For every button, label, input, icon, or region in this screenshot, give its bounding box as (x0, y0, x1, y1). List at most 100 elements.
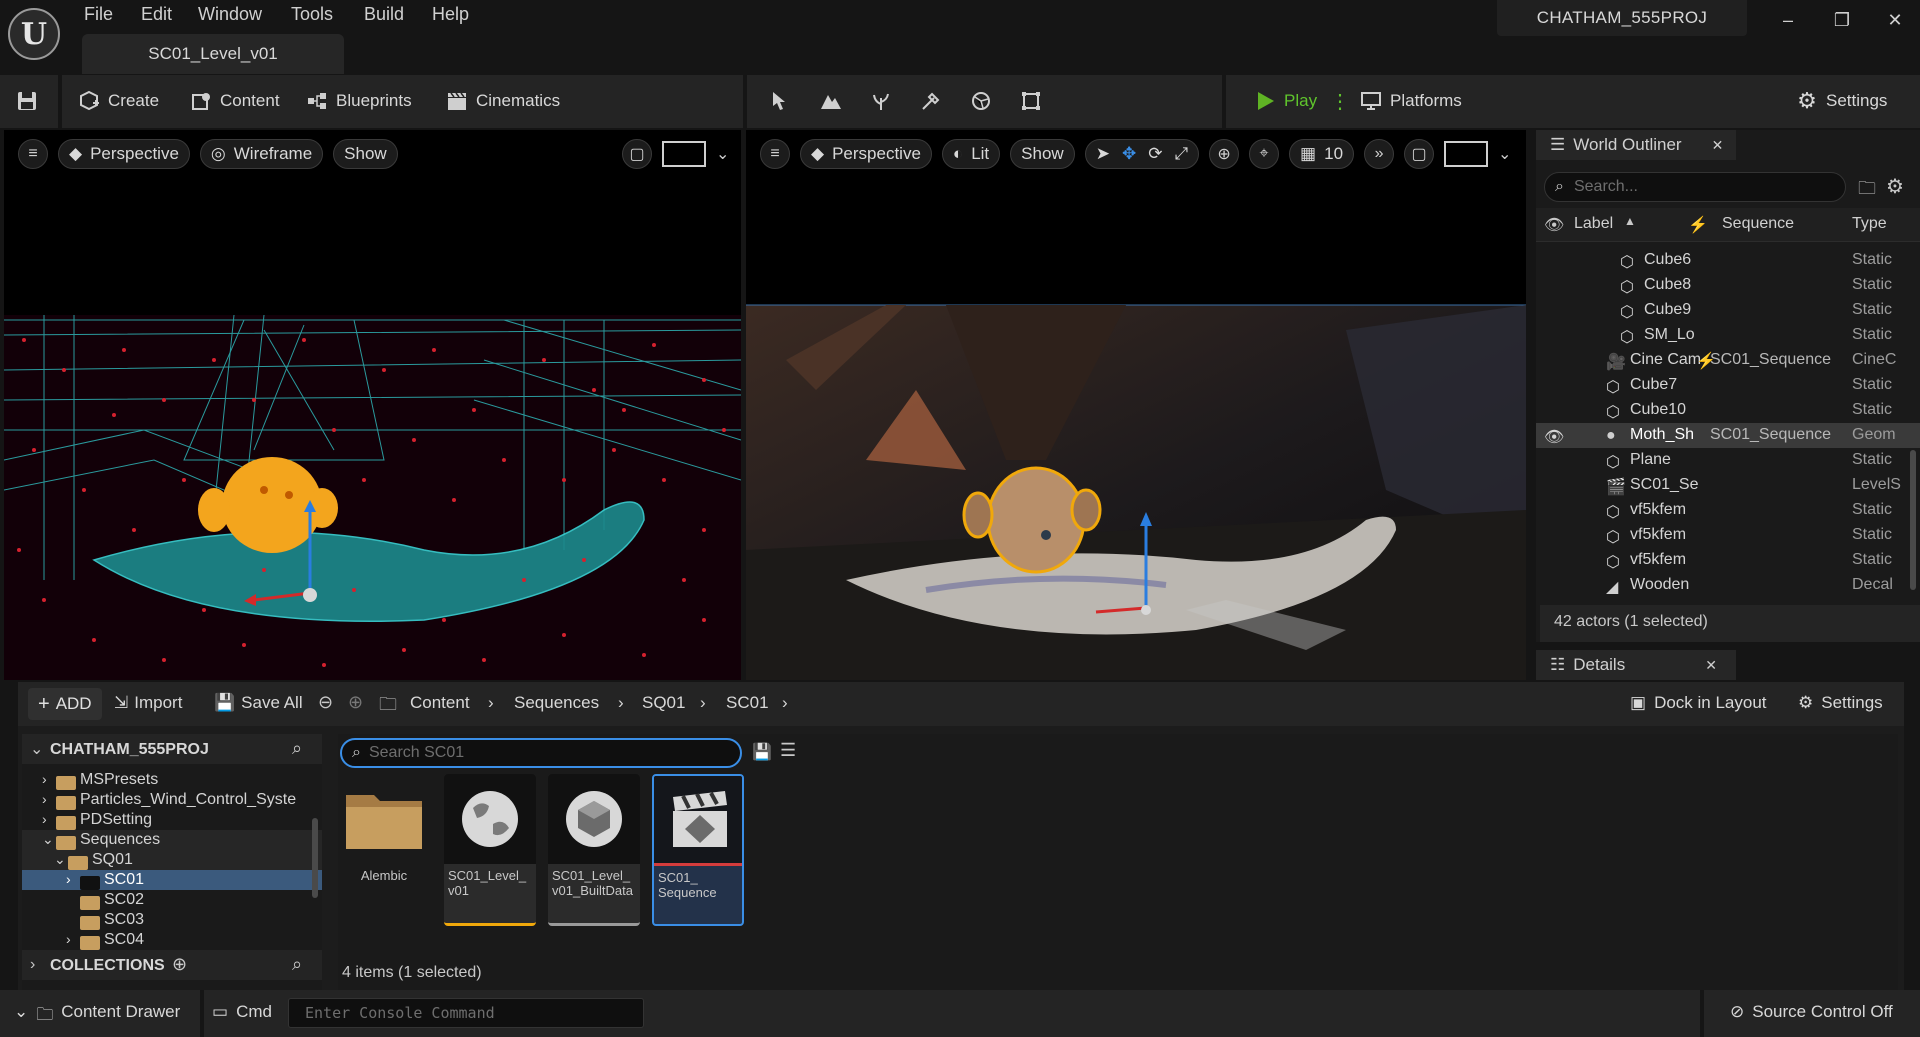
asset-level[interactable]: SC01_Level_ v01 (444, 774, 536, 926)
lit-mode-button[interactable]: ◐ Lit (941, 139, 1001, 169)
forward-arrow-icon[interactable]: ⊕ (348, 692, 363, 713)
breadcrumb-content[interactable]: Content (410, 693, 470, 713)
save-search-icon[interactable]: 💾 (752, 742, 772, 762)
chevron-right-icon[interactable]: › (42, 811, 47, 827)
menu-file[interactable]: File (84, 4, 113, 28)
viewport-menu-button[interactable]: ≡ (18, 139, 48, 169)
collections-header[interactable]: › COLLECTIONS ⊕ ⌕ (22, 950, 322, 980)
close-icon[interactable]: ✕ (1705, 657, 1717, 674)
chevron-right-icon[interactable]: › (66, 871, 71, 887)
perspective-button[interactable]: ◆ Perspective (800, 139, 932, 169)
folder-tree-item[interactable]: ⌄ SQ01 (22, 850, 322, 870)
menu-build[interactable]: Build (364, 4, 404, 28)
create-button[interactable]: Create (78, 83, 159, 119)
maximize-viewport-button[interactable]: ▢ (622, 139, 652, 169)
cinematics-button[interactable]: Cinematics (446, 83, 560, 119)
outliner-row[interactable]: ⬡ Cube9 Static (1536, 298, 1920, 323)
rotate-icon[interactable]: ⟳ (1148, 144, 1162, 164)
search-icon[interactable]: ⌕ (292, 738, 302, 759)
maximize-viewport-button[interactable]: ▢ (1404, 139, 1435, 169)
play-button[interactable]: Play (1254, 83, 1317, 119)
sequence-column[interactable]: Sequence (1722, 215, 1794, 233)
gear-icon[interactable]: ⚙ (1886, 174, 1904, 199)
breadcrumb-chevron-icon[interactable]: › (618, 693, 624, 713)
add-folder-icon[interactable]: 🗀 (1858, 176, 1876, 206)
unreal-logo-icon[interactable]: U (8, 8, 60, 60)
filter-icon[interactable]: ☰ (780, 740, 796, 761)
console-command-input[interactable]: Enter Console Command (288, 998, 644, 1028)
back-arrow-icon[interactable]: ⊖ (318, 692, 333, 713)
cb-settings-button[interactable]: ⚙ Settings (1798, 693, 1883, 713)
wireframe-mode-button[interactable]: ◎ Wireframe (199, 139, 324, 169)
outliner-row[interactable]: ⬡ Cube10 Static (1536, 398, 1920, 423)
menu-window[interactable]: Window (198, 4, 262, 28)
chevron-down-icon[interactable]: ⌄ (54, 851, 66, 868)
select-mode-icon[interactable] (770, 90, 792, 112)
source-control-button[interactable]: ⊘ Source Control Off (1730, 1002, 1893, 1022)
blueprints-button[interactable]: Blueprints (306, 83, 412, 119)
asset-alembic-folder[interactable]: Alembic (338, 774, 430, 926)
menu-edit[interactable]: Edit (141, 4, 172, 28)
cmd-button[interactable]: ▭ Cmd (212, 1002, 272, 1022)
outliner-row[interactable]: ⬡ Plane Static (1536, 448, 1920, 473)
breadcrumb-sq01[interactable]: SQ01 (642, 693, 685, 713)
surface-snap-icon[interactable]: ⌖ (1249, 139, 1280, 169)
breadcrumb-chevron-icon[interactable]: › (488, 693, 494, 713)
scale-icon[interactable]: ⤢ (1174, 144, 1188, 164)
chevron-right-icon[interactable]: › (42, 791, 47, 807)
outliner-row[interactable]: ⬡ Cube6 Static (1536, 248, 1920, 273)
viewport-wireframe[interactable]: ≡ ◆ Perspective ◎ Wireframe Show ▢ ⌄ (4, 130, 741, 680)
search-icon[interactable]: ⌕ (292, 954, 302, 975)
platforms-button[interactable]: Platforms (1360, 83, 1462, 119)
breadcrumb-chevron-icon[interactable]: › (700, 693, 706, 713)
grid-snap-button[interactable]: ▦ 10 (1289, 139, 1355, 169)
show-button[interactable]: Show (1010, 139, 1075, 169)
more-options-icon[interactable]: » (1364, 139, 1395, 169)
asset-builtdata[interactable]: SC01_Level_ v01_BuiltData (548, 774, 640, 926)
world-space-icon[interactable]: ⊕ (1209, 139, 1240, 169)
outliner-row[interactable]: 🎬 SC01_Se LevelS (1536, 473, 1920, 498)
translate-icon[interactable]: ✥ (1122, 144, 1136, 164)
details-tab[interactable]: ☷ Details ✕ (1536, 650, 1736, 680)
chevron-right-icon[interactable]: › (42, 771, 47, 787)
breadcrumb-sc01[interactable]: SC01 (726, 693, 769, 713)
world-outliner-tab[interactable]: ☰ World Outliner ✕ (1536, 130, 1736, 160)
restore-button[interactable]: ❐ (1822, 6, 1862, 34)
asset-search-input[interactable]: ⌕ Search SC01 (340, 738, 742, 768)
content-button[interactable]: Content (190, 83, 280, 119)
folder-tree-item[interactable]: › PDSetting (22, 810, 322, 830)
chevron-down-icon[interactable]: ⌄ (1498, 144, 1511, 164)
import-button[interactable]: ⇲ Import (114, 693, 182, 713)
select-cursor-icon[interactable]: ➤ (1096, 144, 1110, 164)
save-button[interactable] (16, 83, 38, 119)
folder-tree-item[interactable]: › Particles_Wind_Control_Syste (22, 790, 322, 810)
minimize-button[interactable]: – (1768, 6, 1808, 34)
play-options-icon[interactable]: ⋮ (1330, 83, 1350, 119)
visibility-eye-icon[interactable]: 👁 (1544, 215, 1564, 235)
chevron-right-icon[interactable]: › (66, 931, 71, 947)
viewport-lit[interactable]: ≡ ◆ Perspective ◐ Lit Show ➤ ✥ ⟳ ⤢ ⊕ ⌖ ▦… (746, 130, 1526, 680)
project-root-header[interactable]: ⌄ CHATHAM_555PROJ ⌕ (22, 734, 322, 764)
settings-button[interactable]: ⚙ Settings (1796, 83, 1887, 119)
outliner-row[interactable]: ⬡ Cube8 Static (1536, 273, 1920, 298)
mesh-paint-icon[interactable] (920, 90, 942, 112)
label-column[interactable]: Label (1574, 215, 1613, 233)
menu-help[interactable]: Help (432, 4, 469, 28)
folder-tree-item[interactable]: › SC04 (22, 930, 322, 950)
breadcrumb-sequences[interactable]: Sequences (514, 693, 599, 713)
outliner-row[interactable]: ⬡ Cube7 Static (1536, 373, 1920, 398)
layout-icon[interactable] (662, 141, 706, 167)
outliner-row[interactable]: ◢ Wooden Decal (1536, 573, 1920, 598)
save-all-button[interactable]: 💾 Save All (214, 693, 303, 713)
folder-tree-item[interactable]: SC02 (22, 890, 322, 910)
outliner-row[interactable]: ⬡ vf5kfem Static (1536, 498, 1920, 523)
landscape-icon[interactable] (820, 90, 842, 112)
close-icon[interactable]: ✕ (1712, 137, 1724, 154)
asset-sequence-selected[interactable]: SC01_ Sequence (652, 774, 744, 926)
foliage-icon[interactable] (870, 90, 892, 112)
outliner-row[interactable]: 👁 ● Moth_Sh SC01_Sequence Geom (1536, 423, 1920, 448)
folder-tree-item[interactable]: › SC01 (22, 870, 322, 890)
outliner-search-input[interactable]: ⌕ Search... (1544, 172, 1846, 202)
chevron-down-icon[interactable]: ⌄ (716, 144, 729, 164)
outliner-scrollbar[interactable] (1910, 450, 1916, 590)
